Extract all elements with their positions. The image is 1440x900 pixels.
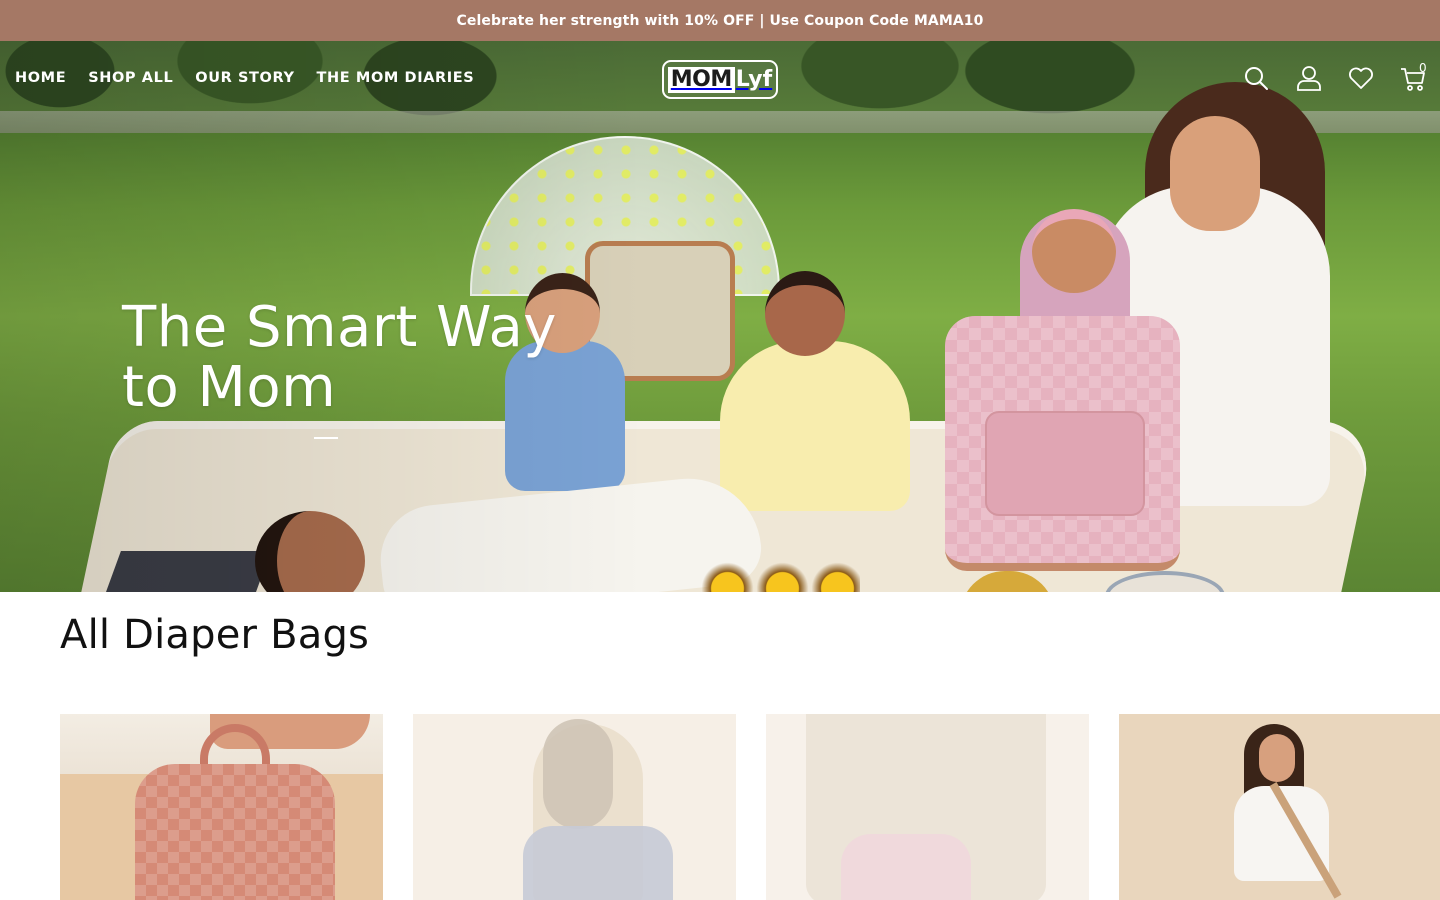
hero-title-line-2: to Mom xyxy=(122,355,337,420)
product-image xyxy=(523,826,673,900)
search-icon[interactable] xyxy=(1242,64,1270,92)
main-nav: HOME SHOP ALL OUR STORY THE MOM DIARIES xyxy=(15,70,474,86)
cart-count-badge: 0 xyxy=(1419,61,1427,75)
site-logo[interactable]: MOM Lyf xyxy=(662,60,778,99)
nav-our-story[interactable]: OUR STORY xyxy=(195,70,294,86)
wishlist-heart-icon[interactable] xyxy=(1347,64,1375,92)
product-image xyxy=(135,764,335,900)
product-card[interactable] xyxy=(1119,714,1440,900)
hero-divider xyxy=(314,437,338,439)
logo-text-mom: MOM xyxy=(667,66,735,93)
logo-text-lyf: Lyf xyxy=(735,66,773,92)
product-image xyxy=(841,834,971,900)
nav-shop-all[interactable]: SHOP ALL xyxy=(88,70,173,86)
product-card[interactable] xyxy=(60,714,383,900)
product-card[interactable] xyxy=(413,714,736,900)
hero-banner[interactable]: The Smart Way to Mom xyxy=(0,41,1440,592)
nav-home[interactable]: HOME xyxy=(15,70,66,86)
product-card[interactable] xyxy=(766,714,1089,900)
collection-title: All Diaper Bags xyxy=(60,612,370,658)
hero-title-line-1: The Smart Way xyxy=(122,295,557,360)
hero-title: The Smart Way to Mom xyxy=(122,298,557,418)
account-icon[interactable] xyxy=(1295,64,1323,92)
announcement-text: Celebrate her strength with 10% OFF | Us… xyxy=(456,12,984,29)
nav-mom-diaries[interactable]: THE MOM DIARIES xyxy=(317,70,475,86)
announcement-bar: Celebrate her strength with 10% OFF | Us… xyxy=(0,0,1440,41)
